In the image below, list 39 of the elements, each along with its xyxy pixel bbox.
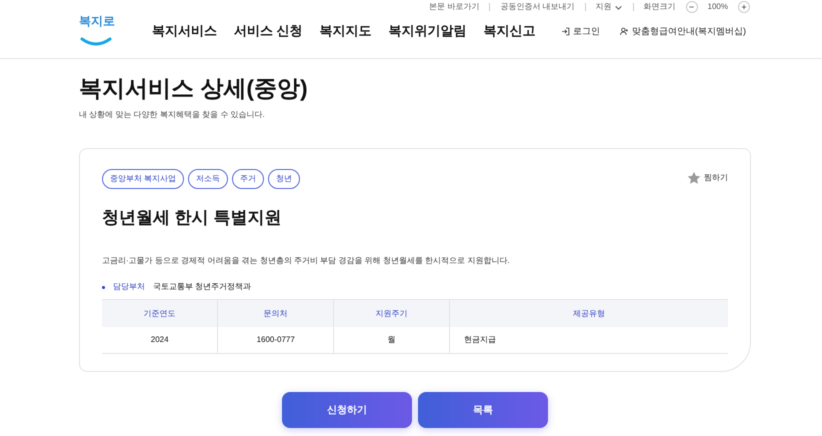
column-header: 지원주기 bbox=[334, 300, 450, 327]
nav-menu-item[interactable]: 복지신고 bbox=[484, 21, 536, 40]
logo[interactable]: 복지로 bbox=[79, 12, 113, 46]
table-cell: 현금지급 bbox=[449, 326, 728, 354]
user-add-icon bbox=[620, 27, 629, 36]
nav-menu-item[interactable]: 서비스 신청 bbox=[234, 21, 303, 40]
utility-link[interactable]: 공동인증서 내보내기 bbox=[500, 1, 575, 13]
column-header: 문의처 bbox=[218, 300, 334, 327]
service-description: 고금리·고물가 등으로 경제적 어려움을 겪는 청년층의 주거비 부담 경감을 위해 청년월세를 한시적으로 지원합니다. bbox=[102, 255, 511, 268]
apply-button[interactable]: 신청하기 bbox=[282, 392, 412, 428]
zoom-label: 화면크기 bbox=[644, 1, 676, 13]
bookmark-button[interactable]: 찜하기 bbox=[687, 171, 728, 185]
category-tag: 저소득 bbox=[188, 169, 228, 189]
category-tag: 청년 bbox=[268, 169, 300, 189]
table-cell: 월 bbox=[334, 326, 450, 354]
list-button[interactable]: 목록 bbox=[418, 392, 548, 428]
login-icon bbox=[561, 27, 570, 36]
support-dropdown[interactable]: 지원 bbox=[596, 1, 623, 13]
category-tag: 중앙부처 복지사업 bbox=[102, 169, 184, 189]
page-subtitle: 내 상황에 맞는 다양한 복지혜택을 찾을 수 있습니다. bbox=[79, 109, 265, 121]
zoom-in-button[interactable]: + bbox=[738, 1, 750, 13]
table-cell: 2024 bbox=[102, 326, 218, 354]
zoom-value: 100% bbox=[708, 1, 728, 13]
column-header: 기준연도 bbox=[102, 300, 218, 327]
login-link[interactable]: 로그인 bbox=[561, 25, 600, 38]
department-value: 국토교통부 청년주거정책과 bbox=[153, 281, 252, 294]
page-title: 복지서비스 상세(중앙) bbox=[79, 75, 308, 103]
column-header: 제공유형 bbox=[449, 300, 728, 327]
membership-link[interactable]: 맞춤형급여안내(복지멤버십) bbox=[620, 25, 746, 38]
bullet-icon bbox=[102, 286, 105, 289]
nav-menu-item[interactable]: 복지위기알림 bbox=[388, 21, 467, 40]
nav-menu-item[interactable]: 복지지도 bbox=[320, 21, 372, 40]
zoom-out-button[interactable]: − bbox=[686, 1, 698, 13]
utility-link[interactable]: 본문 바로가기 bbox=[429, 1, 480, 13]
nav-menu-item[interactable]: 복지서비스 bbox=[152, 21, 217, 40]
category-tag: 주거 bbox=[232, 169, 264, 189]
table-cell: 1600-0777 bbox=[218, 326, 334, 354]
service-title: 청년월세 한시 특별지원 bbox=[102, 208, 282, 228]
department-label: 담당부처 bbox=[113, 281, 145, 294]
